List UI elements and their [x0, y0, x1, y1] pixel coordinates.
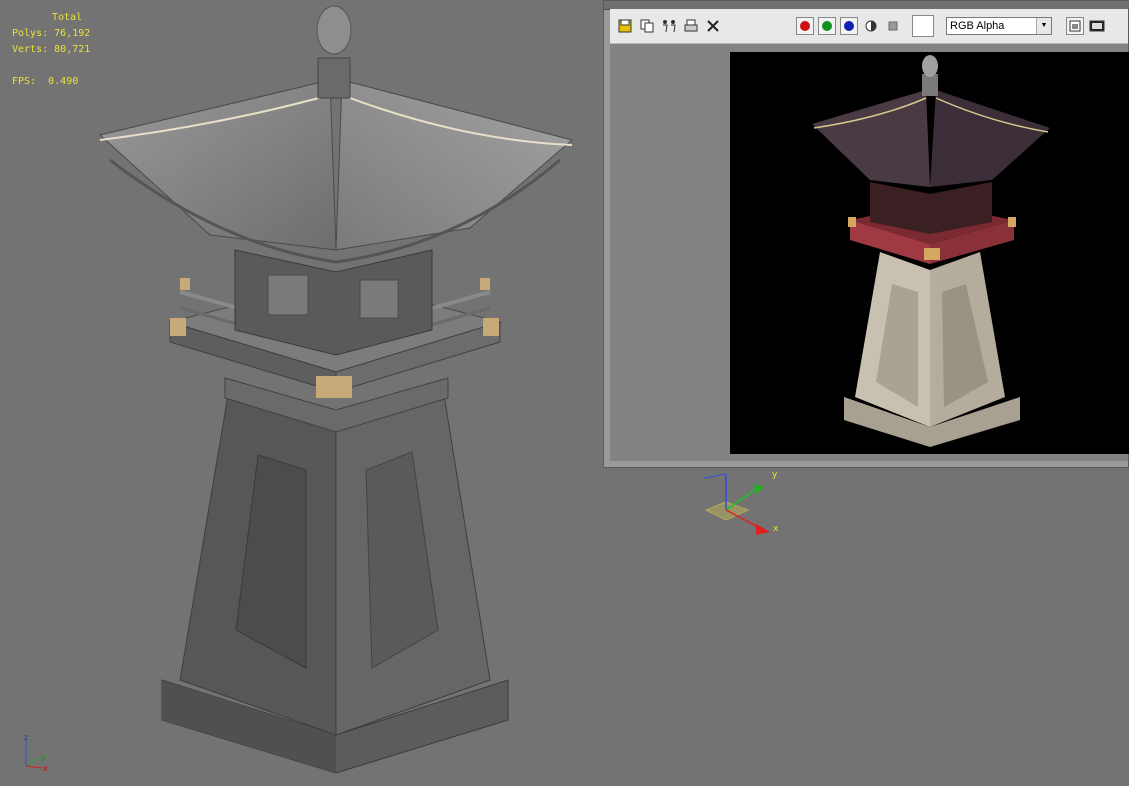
red-channel-toggle[interactable] — [796, 17, 814, 35]
frame-options-button[interactable] — [1088, 17, 1106, 35]
gizmo-x-label: x — [773, 524, 779, 534]
clone-icon — [640, 19, 654, 33]
window-icon — [1069, 20, 1081, 32]
rendered-image — [730, 52, 1129, 454]
lantern-model-shaded[interactable] — [0, 0, 600, 786]
save-icon — [618, 19, 632, 33]
monochrome-toggle[interactable] — [884, 17, 902, 35]
transform-gizmo[interactable]: y x — [696, 464, 786, 540]
red-channel-dot — [800, 21, 810, 31]
track-set-button[interactable] — [660, 17, 678, 35]
monochrome-icon — [888, 21, 898, 31]
channel-select[interactable]: RGB Alpha ▼ — [946, 17, 1052, 35]
track-icon — [663, 20, 676, 33]
blue-channel-dot — [844, 21, 854, 31]
alpha-channel-toggle[interactable] — [862, 17, 880, 35]
axis-z-label: z — [24, 733, 28, 742]
color-swatch[interactable] — [912, 15, 934, 37]
blue-channel-toggle[interactable] — [840, 17, 858, 35]
lantern-render — [812, 55, 1050, 447]
channel-select-value: RGB Alpha — [950, 20, 1005, 32]
close-icon — [707, 20, 719, 32]
axis-tripod-icon: z y x — [24, 733, 48, 773]
clone-frame-button[interactable] — [638, 17, 656, 35]
clear-button[interactable] — [704, 17, 722, 35]
gizmo-y-label: y — [772, 470, 778, 480]
alpha-icon — [865, 20, 877, 32]
display-toggle-button[interactable] — [1066, 17, 1084, 35]
frame-toolbar: RGB Alpha ▼ — [610, 9, 1128, 44]
print-icon — [684, 19, 698, 32]
rendered-frame-window[interactable]: RGB Alpha ▼ — [603, 0, 1129, 468]
axis-y-label: y — [41, 753, 46, 762]
save-image-button[interactable] — [616, 17, 634, 35]
green-channel-dot — [822, 21, 832, 31]
green-channel-toggle[interactable] — [818, 17, 836, 35]
axis-x-label: x — [43, 764, 48, 773]
print-button[interactable] — [682, 17, 700, 35]
film-icon — [1089, 20, 1105, 32]
chevron-down-icon[interactable]: ▼ — [1036, 18, 1051, 34]
